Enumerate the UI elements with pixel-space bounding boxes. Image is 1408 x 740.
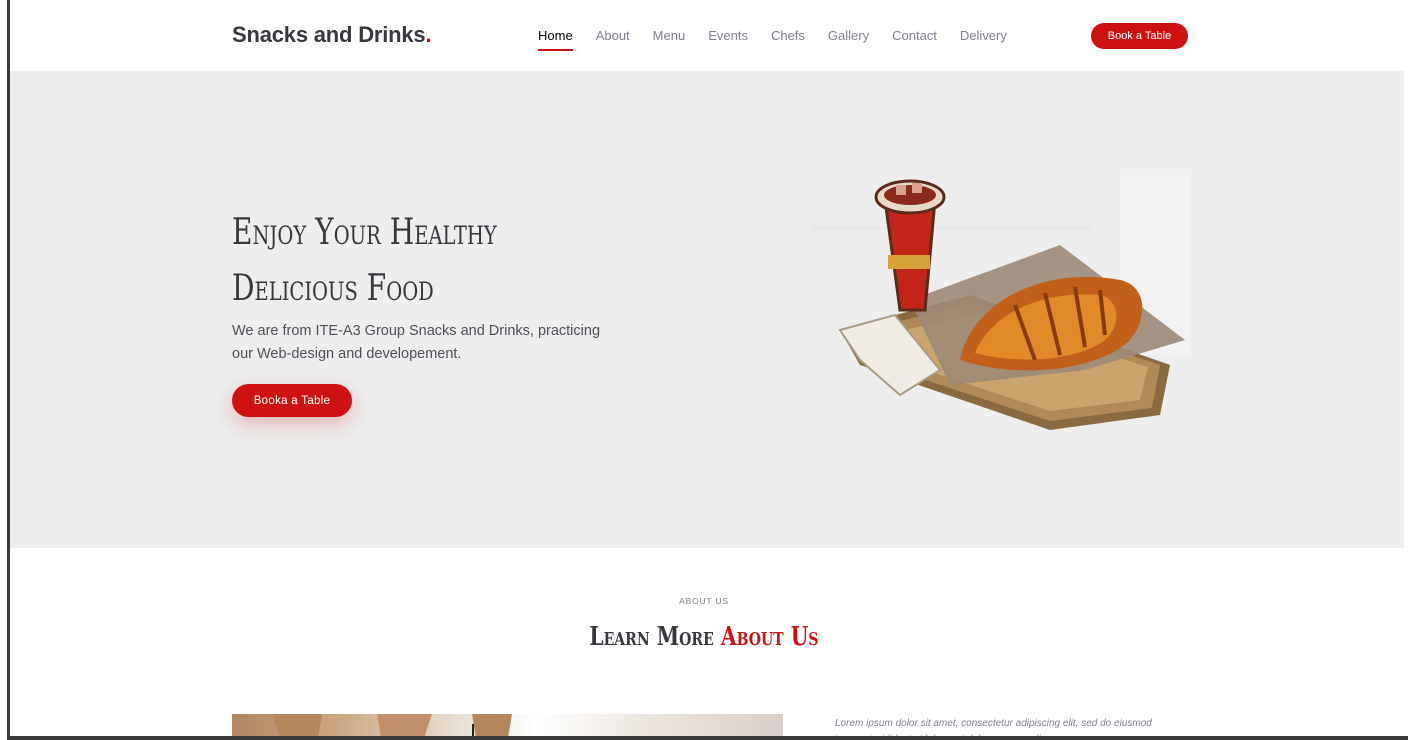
nav-item-delivery[interactable]: Delivery bbox=[960, 28, 1007, 51]
window-border-bottom bbox=[7, 736, 1408, 740]
hero-book-button[interactable]: Booka a Table bbox=[232, 384, 352, 417]
about-title: Learn More About Us bbox=[0, 622, 1408, 652]
nav-item-about[interactable]: About bbox=[596, 28, 630, 51]
nav-item-chefs[interactable]: Chefs bbox=[771, 28, 805, 51]
hero-description: We are from ITE-A3 Group Snacks and Drin… bbox=[232, 323, 601, 362]
nav-item-home[interactable]: Home bbox=[538, 28, 573, 51]
site-logo[interactable]: Snacks and Drinks. bbox=[232, 22, 432, 48]
logo-dot: . bbox=[425, 22, 432, 47]
hero-section: Enjoy Your Healthy Delicious Food We are… bbox=[10, 71, 1404, 548]
hero-title-line1: Enjoy Your Healthy bbox=[232, 212, 497, 253]
hero-title: Enjoy Your Healthy Delicious Food bbox=[232, 205, 544, 317]
book-table-button[interactable]: Book a Table bbox=[1091, 23, 1188, 49]
hero-title-line2: Delicious Food bbox=[232, 268, 434, 309]
nav-item-events[interactable]: Events bbox=[708, 28, 748, 51]
logo-text: Snacks and Drinks bbox=[232, 22, 426, 47]
about-title-accent: About Us bbox=[720, 622, 819, 652]
nav-item-contact[interactable]: Contact bbox=[892, 28, 937, 51]
hero-food-image bbox=[810, 175, 1190, 430]
nav-item-menu[interactable]: Menu bbox=[653, 28, 686, 51]
site-header: Snacks and Drinks. Home About Menu Event… bbox=[10, 0, 1404, 71]
main-nav: Home About Menu Events Chefs Gallery Con… bbox=[538, 28, 1030, 51]
about-title-main: Learn More bbox=[589, 622, 721, 652]
nav-item-gallery[interactable]: Gallery bbox=[828, 28, 869, 51]
about-subtitle: ABOUT US bbox=[679, 596, 729, 606]
